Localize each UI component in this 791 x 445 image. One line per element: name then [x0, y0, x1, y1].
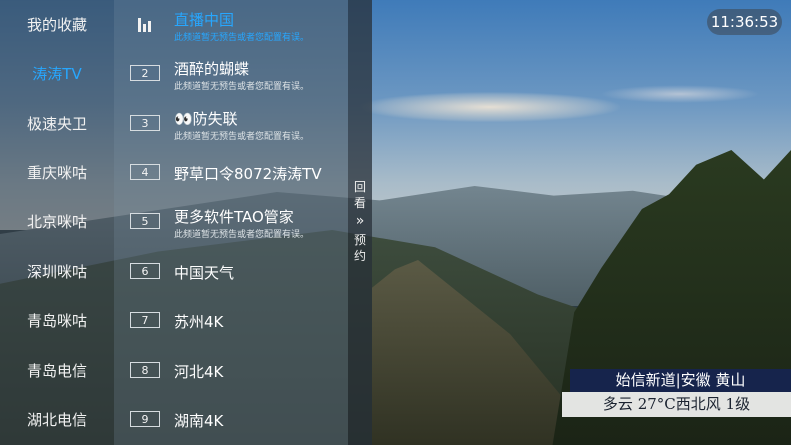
channel-number: 2: [130, 65, 160, 81]
channel-name: 中国天气: [174, 264, 235, 282]
category-item-taotao-tv[interactable]: 涛涛TV: [0, 49, 114, 98]
category-label: 涛涛TV: [32, 65, 82, 83]
channel-epg: 此频道暂无预告或者您配置有误。: [174, 33, 310, 43]
schedule-text: 预约: [354, 233, 367, 263]
schedule-label[interactable]: 预约: [348, 232, 372, 264]
category-item-hubei-telecom[interactable]: 湖北电信: [0, 395, 114, 444]
channel-name: 直播中国: [174, 11, 235, 29]
channel-number: 3: [130, 115, 160, 131]
channel-item[interactable]: 2 酒醉的蝴蝶 此频道暂无预告或者您配置有误。: [114, 49, 348, 98]
channel-number: 8: [130, 362, 160, 378]
channel-name: 河北4K: [174, 363, 224, 381]
channel-number: 6: [130, 263, 160, 279]
channel-number: 5: [130, 213, 160, 229]
channel-item[interactable]: 6 中国天气: [114, 247, 348, 296]
category-label: 我的收藏: [26, 16, 87, 34]
channel-epg: 此频道暂无预告或者您配置有误。: [174, 230, 310, 240]
category-label: 北京咪咕: [26, 213, 87, 231]
channel-epg: 此频道暂无预告或者您配置有误。: [174, 82, 310, 92]
location-banner: 始信新道|安徽 黄山: [570, 369, 791, 392]
replay-label[interactable]: 回看: [348, 179, 372, 211]
category-item-qingdao-telecom[interactable]: 青岛电信: [0, 346, 114, 395]
cloud: [600, 85, 760, 103]
channel-name: 👀防失联: [174, 110, 238, 128]
category-label: 极速央卫: [26, 115, 87, 133]
channel-name: 苏州4K: [174, 313, 224, 331]
clock: 11:36:53: [707, 9, 782, 35]
category-label: 重庆咪咕: [26, 164, 87, 182]
channel-item[interactable]: 3 👀防失联 此频道暂无预告或者您配置有误。: [114, 99, 348, 148]
channel-item[interactable]: 8 河北4K: [114, 346, 348, 395]
channel-epg: 此频道暂无预告或者您配置有误。: [174, 132, 310, 142]
category-label: 湖北电信: [26, 411, 87, 429]
category-item-chongqing-migu[interactable]: 重庆咪咕: [0, 148, 114, 197]
replay-text: 回看: [354, 180, 367, 210]
category-item-favorites[interactable]: 我的收藏: [0, 0, 114, 49]
channel-item[interactable]: 直播中国 此频道暂无预告或者您配置有误。: [114, 0, 348, 49]
category-label: 青岛咪咕: [26, 312, 87, 330]
category-item-shenzhen-migu[interactable]: 深圳咪咕: [0, 247, 114, 296]
channel-item[interactable]: 9 湖南4K: [114, 395, 348, 444]
category-label: 青岛电信: [26, 362, 87, 380]
channel-name: 野草口令8072涛涛TV: [174, 165, 322, 183]
chevron-right-icon: »: [355, 213, 365, 229]
cloud: [360, 92, 620, 122]
channel-item[interactable]: 7 苏州4K: [114, 296, 348, 345]
weather-banner: 多云 27°C西北风 1级: [562, 392, 791, 417]
channel-number: 9: [130, 411, 160, 427]
channel-name: 更多软件TAO管家: [174, 208, 294, 226]
playing-bars-icon: [138, 18, 154, 32]
channel-number: 4: [130, 164, 160, 180]
channel-item[interactable]: 4 野草口令8072涛涛TV: [114, 148, 348, 197]
channel-item[interactable]: 5 更多软件TAO管家 此频道暂无预告或者您配置有误。: [114, 197, 348, 246]
channel-name: 酒醉的蝴蝶: [174, 60, 250, 78]
category-label: 深圳咪咕: [26, 263, 87, 281]
category-item-beijing-migu[interactable]: 北京咪咕: [0, 197, 114, 246]
channel-name: 湖南4K: [174, 412, 224, 430]
category-item-qingdao-migu[interactable]: 青岛咪咕: [0, 296, 114, 345]
channel-number: 7: [130, 312, 160, 328]
category-item-cctv-fast[interactable]: 极速央卫: [0, 99, 114, 148]
